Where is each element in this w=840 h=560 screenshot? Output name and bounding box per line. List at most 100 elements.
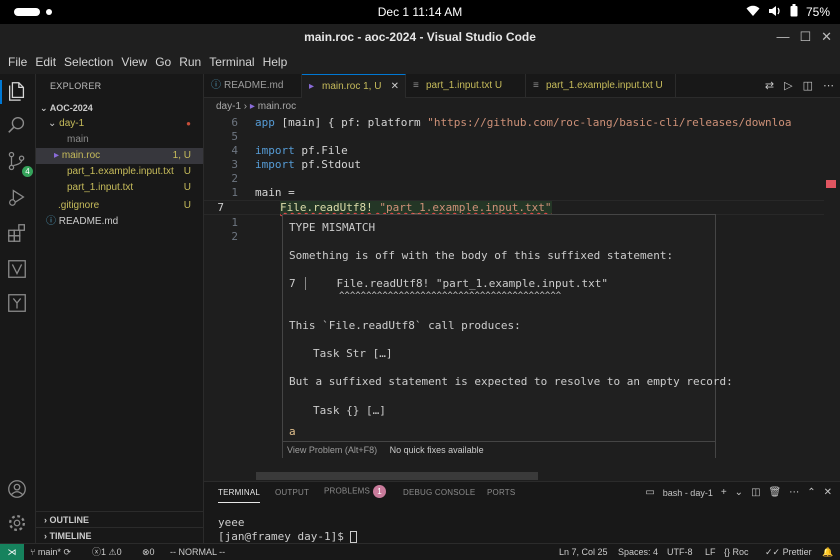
testing-icon[interactable] <box>6 292 30 316</box>
tree-folder-day-1[interactable]: ⌄ day-1 ● <box>36 116 203 132</box>
view-problem-link[interactable]: View Problem (Alt+F8) <box>287 445 377 455</box>
timeline-section[interactable]: › TIMELINE <box>36 527 203 543</box>
workspace-root[interactable]: ⌄ AOC-2024 <box>36 100 203 116</box>
info-icon: ⓘ <box>46 216 56 227</box>
account-icon[interactable] <box>6 478 30 502</box>
outline-section[interactable]: › OUTLINE <box>36 511 203 527</box>
source-control-icon[interactable]: 4 <box>6 150 33 177</box>
tab-ports[interactable]: PORTS <box>487 488 515 497</box>
minimize-icon[interactable]: — <box>776 24 789 50</box>
line-number: 3 <box>231 158 238 171</box>
tree-file-readme[interactable]: ⓘ README.md <box>36 214 203 230</box>
terminal-output: yeee <box>218 516 245 529</box>
tree-file-input[interactable]: part_1.input.txt U <box>36 180 203 196</box>
notifications-bell-icon[interactable]: 🔔 <box>822 544 833 560</box>
hover-trailing: a <box>289 425 296 438</box>
branch-icon: ⑂ <box>30 547 36 557</box>
system-clock: Dec 1 11:14 AM <box>377 5 463 19</box>
chevron-down-icon[interactable]: ⌄ <box>735 487 743 498</box>
terminal-prompt[interactable]: [jan@framey day-1]$ <box>218 530 358 543</box>
split-editor-icon[interactable]: ◫ <box>803 79 813 92</box>
line-number: 1 <box>231 216 238 229</box>
chevron-down-icon: ⌄ <box>48 118 57 129</box>
info-summary[interactable]: ⊗0 <box>142 544 155 560</box>
tab-terminal[interactable]: TERMINAL <box>218 488 261 503</box>
sync-icon: ⟳ <box>63 547 71 557</box>
source-control-badge: 4 <box>22 166 33 177</box>
bottom-panel: TERMINAL OUTPUT PROBLEMS 1 DEBUG CONSOLE … <box>204 481 840 543</box>
terminal-shell-name[interactable]: bash - day-1 <box>663 488 713 498</box>
text-file-icon: ≡ <box>533 80 539 91</box>
breadcrumb-folder[interactable]: day-1 <box>216 101 241 112</box>
menu-file[interactable]: File <box>4 55 31 69</box>
problems-summary[interactable]: ⓧ1 ⚠0 <box>92 544 122 560</box>
explorer-icon[interactable] <box>6 80 30 104</box>
indentation[interactable]: Spaces: 4 <box>618 544 658 560</box>
hover-line-number: 7 <box>289 277 296 290</box>
roc-extension-icon[interactable] <box>6 258 30 282</box>
tab-input[interactable]: ≡ part_1.input.txt U <box>406 74 526 98</box>
line-number-current: 7 <box>217 201 224 214</box>
line-ending[interactable]: LF <box>705 544 716 560</box>
new-terminal-icon[interactable]: + <box>721 487 727 498</box>
compare-changes-icon[interactable]: ⇄ <box>765 79 774 92</box>
trash-icon[interactable]: 🗑 <box>769 487 782 498</box>
tab-output[interactable]: OUTPUT <box>275 488 309 497</box>
explorer-sidebar: EXPLORER ⌄ AOC-2024 ⌄ day-1 ● main ▸ mai… <box>36 74 204 543</box>
tree-file-main-roc[interactable]: ▸ main.roc 1, U <box>36 148 203 164</box>
menu-edit[interactable]: Edit <box>31 55 60 69</box>
close-icon[interactable]: ✕ <box>821 24 832 50</box>
split-terminal-icon[interactable]: ◫ <box>751 487 760 498</box>
tree-file-gitignore[interactable]: .gitignore U <box>36 198 203 214</box>
breadcrumb-file[interactable]: main.roc <box>258 101 296 112</box>
line-number: 5 <box>231 130 238 143</box>
maximize-panel-icon[interactable]: ⌃ <box>807 487 815 498</box>
tree-file-main[interactable]: main <box>36 132 203 148</box>
ports-icon: ⊗ <box>142 547 150 557</box>
tab-readme[interactable]: ⓘ README.md <box>204 74 302 98</box>
debug-icon[interactable]: ▷ <box>784 79 792 92</box>
wifi-icon <box>746 5 760 20</box>
run-debug-icon[interactable] <box>6 186 30 210</box>
problems-count-badge: 1 <box>373 485 387 498</box>
maximize-icon[interactable]: ☐ <box>799 24 811 50</box>
menu-bar: File Edit Selection View Go Run Terminal… <box>0 50 840 74</box>
error-scroll-marker <box>826 180 836 188</box>
search-icon[interactable] <box>6 114 30 138</box>
error-hover-popup: TYPE MISMATCH Something is off with the … <box>282 214 733 458</box>
line-number: 4 <box>231 144 238 157</box>
code-line: import pf.File <box>255 144 348 157</box>
line-number: 6 <box>231 116 238 129</box>
tab-example-input[interactable]: ≡ part_1.example.input.txt U <box>526 74 676 98</box>
formatter[interactable]: ✓✓ Prettier <box>765 544 812 560</box>
more-actions-icon[interactable]: ⋯ <box>789 487 799 498</box>
hover-code: File.readUtf8! "part_1.example.input.txt… <box>305 277 608 290</box>
close-panel-icon[interactable]: ✕ <box>824 487 832 498</box>
more-actions-icon[interactable]: ⋯ <box>823 79 834 92</box>
menu-view[interactable]: View <box>117 55 151 69</box>
menu-help[interactable]: Help <box>259 55 292 69</box>
roc-file-icon: ▸ <box>54 150 60 161</box>
git-branch[interactable]: ⑂ main* ⟳ <box>30 544 71 560</box>
tab-problems[interactable]: PROBLEMS 1 <box>324 485 387 498</box>
menu-terminal[interactable]: Terminal <box>205 55 258 69</box>
editor-tabs: ⓘ README.md ▸ main.roc 1, U ✕ ≡ part_1.i… <box>204 74 840 98</box>
menu-go[interactable]: Go <box>151 55 175 69</box>
settings-gear-icon[interactable] <box>6 512 30 536</box>
remote-indicator-icon[interactable]: ⋊ <box>0 544 24 560</box>
tab-main-roc[interactable]: ▸ main.roc 1, U ✕ <box>302 74 406 98</box>
menu-selection[interactable]: Selection <box>60 55 117 69</box>
explorer-title: EXPLORER <box>50 81 102 91</box>
encoding[interactable]: UTF-8 <box>667 544 693 560</box>
chevron-right-icon: › <box>44 531 47 541</box>
cursor-position[interactable]: Ln 7, Col 25 <box>559 544 608 560</box>
tab-debug-console[interactable]: DEBUG CONSOLE <box>403 488 475 497</box>
horizontal-scrollbar[interactable] <box>256 472 538 480</box>
extensions-icon[interactable] <box>6 222 30 246</box>
line-number: 2 <box>231 172 238 185</box>
language-mode[interactable]: {} Roc <box>724 544 749 560</box>
menu-run[interactable]: Run <box>175 55 205 69</box>
warning-icon: ⚠ <box>108 547 117 557</box>
tree-file-example-input[interactable]: part_1.example.input.txt U <box>36 164 203 180</box>
close-tab-icon[interactable]: ✕ <box>391 75 399 99</box>
